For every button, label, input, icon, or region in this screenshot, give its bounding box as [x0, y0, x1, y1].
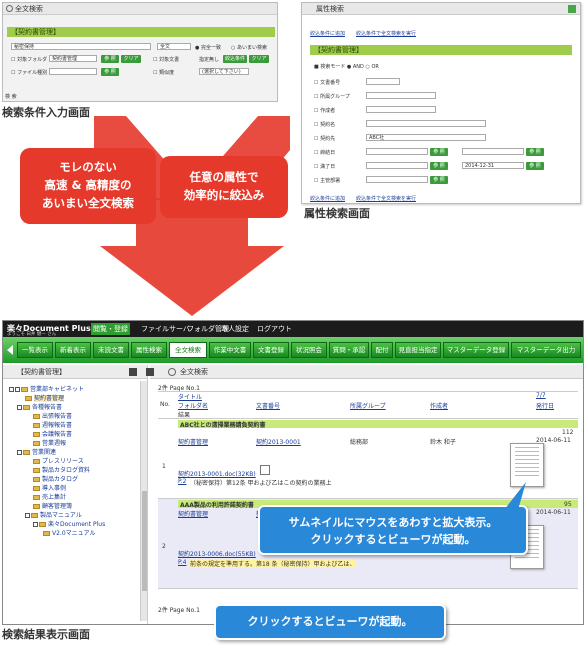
- row-snippet: （秘密保持）第12条 甲および乙はこの契約の業務上: [190, 480, 332, 487]
- tree-node[interactable]: 契約書管理: [25, 394, 65, 403]
- col-title[interactable]: タイトル: [178, 392, 202, 401]
- col-folder[interactable]: フォルダ名: [178, 401, 208, 410]
- folder-sidebar: 【契約書管理】 営業部キャビネット 契約書管理 各種報告書 出張報告書 週報報告…: [3, 365, 148, 624]
- nav-reviewer[interactable]: 見直担当指定: [395, 342, 441, 358]
- col-author[interactable]: 作成者: [430, 401, 448, 410]
- results-title: 全文検索: [150, 365, 583, 379]
- tree-node[interactable]: 営業週報: [33, 439, 66, 448]
- tree-node[interactable]: 楽々Document Plus: [33, 520, 105, 529]
- search-icon: [168, 368, 176, 376]
- tree-node[interactable]: 会議報告書: [33, 430, 72, 439]
- bubble-pointer: [504, 482, 526, 510]
- nav-master-register[interactable]: マスターデータ登録: [443, 342, 509, 358]
- col-date[interactable]: 発行日: [536, 401, 554, 410]
- tree-node[interactable]: 出張報告書: [33, 412, 72, 421]
- col-group[interactable]: 所属グループ: [350, 401, 386, 410]
- tree-node[interactable]: 営業関連: [17, 448, 56, 457]
- col-result: 結果: [178, 412, 191, 419]
- nav-unread[interactable]: 未読文書: [93, 342, 129, 358]
- feature-attribute: 任意の属性で 効率的に絞込み: [160, 156, 288, 218]
- feature-fulltext: モレのない 高速 & 高精度の あいまい全文検索: [20, 148, 156, 224]
- row-file[interactable]: 契約2013-0006.doc(55KB): [178, 549, 256, 558]
- footer-page-info: 2件 Page No.1: [158, 607, 200, 614]
- menu-logout[interactable]: ログアウト: [255, 323, 294, 335]
- row-snippet-page[interactable]: P.4: [178, 559, 186, 566]
- nav-master-export[interactable]: マスターデータ出力: [511, 342, 581, 358]
- row-folder[interactable]: 契約書管理: [178, 509, 208, 518]
- magnify-icon[interactable]: [260, 465, 270, 475]
- menu-user-settings[interactable]: 本人設定: [219, 323, 251, 335]
- row-group: 総務部: [350, 439, 369, 446]
- row-snippet-page[interactable]: P.2: [178, 478, 186, 485]
- row-score: 95: [564, 501, 572, 508]
- col-no: No.: [160, 401, 170, 408]
- menu-view-register[interactable]: 閲覧・登録: [91, 323, 130, 335]
- results-caption: 検索結果表示画面: [2, 628, 90, 641]
- nav-bar: 一覧表示 新着表示 未読文書 属性検索 全文検索 作業中文書 文書登録 状況照会…: [3, 337, 583, 363]
- tree-node[interactable]: プレスリリース: [33, 457, 84, 466]
- tree-node[interactable]: 製品マニュアル: [25, 511, 82, 520]
- tree-node[interactable]: 導入事例: [33, 484, 66, 493]
- app-window: 楽々Document Plus ようこそ 白井 健一 さん 閲覧・登録 ファイル…: [2, 320, 584, 625]
- nav-list[interactable]: 一覧表示: [17, 342, 53, 358]
- nav-distribute[interactable]: 配付: [371, 342, 393, 358]
- nav-new[interactable]: 新着表示: [55, 342, 91, 358]
- col-docno[interactable]: 文書番号: [256, 401, 280, 410]
- chevron-left-icon[interactable]: [7, 345, 13, 355]
- sidebar-title: 【契約書管理】: [3, 365, 147, 379]
- row-file[interactable]: 契約2013-0001.doc(32KB): [178, 469, 256, 478]
- tree-node[interactable]: 製品カタログ資料: [33, 466, 90, 475]
- row-no: 1: [162, 463, 166, 470]
- row-date: 2014-06-11: [536, 509, 571, 516]
- row-author: 鈴木 和子: [430, 439, 456, 446]
- row-docno[interactable]: 契約2013-0001: [256, 437, 301, 446]
- collapse-left-icon[interactable]: [146, 368, 154, 376]
- row-score: 112: [562, 429, 574, 436]
- nav-approval[interactable]: 質問・承認: [329, 342, 369, 358]
- tree-node[interactable]: 製品カタログ: [33, 475, 78, 484]
- sidebar-scrollbar[interactable]: [140, 381, 147, 621]
- nav-register[interactable]: 文書登録: [253, 342, 289, 358]
- tree-node[interactable]: V2.0マニュアル: [43, 529, 95, 538]
- menu-file-server[interactable]: ファイルサーバ: [139, 323, 192, 335]
- viewer-hint-bubble: クリックするとビューワが起動。: [214, 604, 446, 640]
- collapse-icon[interactable]: [129, 368, 137, 376]
- nav-status[interactable]: 状況照会: [291, 342, 327, 358]
- nav-attr-search[interactable]: 属性検索: [131, 342, 167, 358]
- row-no: 2: [162, 543, 166, 550]
- tree-node[interactable]: 顧客管理簿: [33, 502, 72, 511]
- nav-working[interactable]: 作業中文書: [209, 342, 251, 358]
- row-title[interactable]: ABC社との清掃業務請負契約書: [180, 420, 266, 429]
- top-bar: 楽々Document Plus ようこそ 白井 健一 さん 閲覧・登録 ファイル…: [3, 321, 583, 337]
- tree-node[interactable]: 各種報告書: [17, 403, 62, 412]
- row-title[interactable]: AAA製品の利用許諾契約書: [180, 500, 254, 509]
- tree-node[interactable]: 売上集計: [33, 493, 66, 502]
- tree-node[interactable]: 営業部キャビネット: [9, 385, 84, 394]
- tree-node[interactable]: 週報報告書: [33, 421, 72, 430]
- nav-fulltext-search[interactable]: 全文検索: [169, 342, 207, 358]
- thumbnail-hint-bubble: サムネイルにマウスをあわすと拡大表示。 クリックするとビューワが起動。: [258, 505, 528, 555]
- row-folder[interactable]: 契約書管理: [178, 437, 208, 446]
- col-seven[interactable]: 7/7: [536, 392, 546, 399]
- row-snippet: 前条の規定を準用する。第18 条（秘密保持）甲および乙は、: [190, 559, 356, 568]
